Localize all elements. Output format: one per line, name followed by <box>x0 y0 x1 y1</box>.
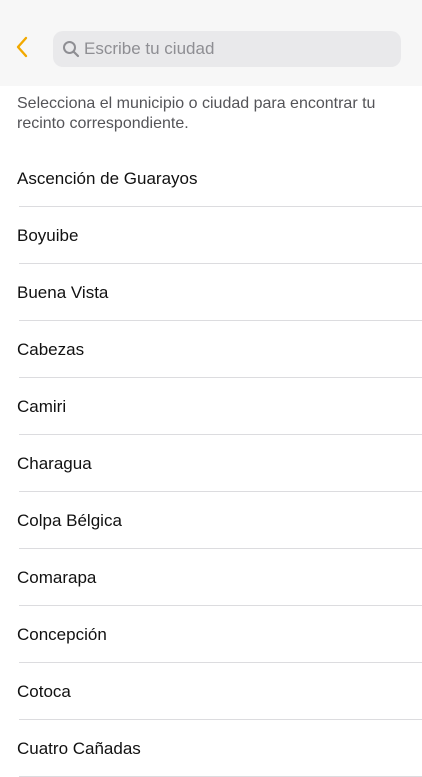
list-item[interactable]: Camiri <box>0 378 422 435</box>
search-input[interactable] <box>84 39 384 59</box>
list-item[interactable]: Boyuibe <box>0 207 422 264</box>
top-bar <box>0 0 422 86</box>
chevron-left-icon <box>15 36 29 63</box>
list-item[interactable]: Buena Vista <box>0 264 422 321</box>
instructions-text: Selecciona el municipio o ciudad para en… <box>17 95 376 132</box>
list-item[interactable]: Cuatro Cañadas <box>0 720 422 777</box>
city-list: Ascención de Guarayos Boyuibe Buena Vist… <box>0 150 422 777</box>
list-item[interactable]: Ascención de Guarayos <box>0 150 422 207</box>
list-item[interactable]: Comarapa <box>0 549 422 606</box>
list-item[interactable]: Charagua <box>0 435 422 492</box>
search-icon <box>61 39 81 59</box>
list-item[interactable]: Colpa Bélgica <box>0 492 422 549</box>
list-item[interactable]: Cotoca <box>0 663 422 720</box>
list-item[interactable]: Cabezas <box>0 321 422 378</box>
search-bar[interactable] <box>53 31 401 67</box>
list-item[interactable]: Concepción <box>0 606 422 663</box>
back-button[interactable] <box>8 34 36 64</box>
